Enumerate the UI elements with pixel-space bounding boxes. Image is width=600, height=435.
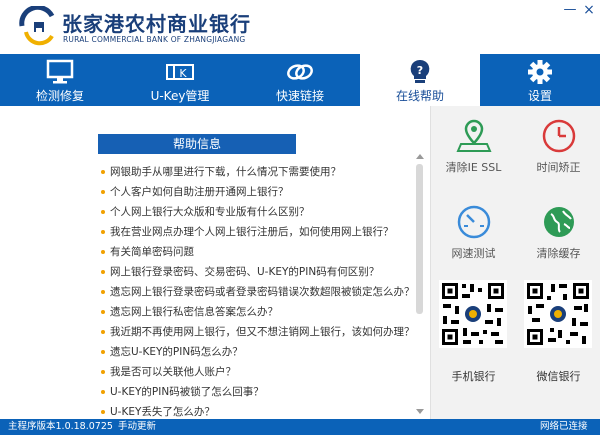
help-item[interactable]: 个人网上银行大众版和专业版有什么区别？ <box>100 202 410 222</box>
tab-label: 检测修复 <box>35 89 84 103</box>
svg-text:K: K <box>179 67 187 80</box>
link-icon <box>287 64 313 80</box>
manual-update-link[interactable]: 手动更新 <box>118 419 156 435</box>
tool-label: 清除IE SSL <box>445 161 502 174</box>
bank-name-en: RURAL COMMERCIAL BANK OF ZHANGJIAGANG <box>63 35 246 44</box>
speedometer-icon <box>457 205 491 239</box>
help-title: 帮助信息 <box>98 134 296 154</box>
tool-panel: 清除IE SSL 时间矫正 网速测试 清除缓存 手机银行 微信银行 <box>430 106 600 419</box>
tab-label: 快速链接 <box>275 89 324 103</box>
tab-detect-repair[interactable]: 检测修复 <box>0 54 120 106</box>
main-tab-bar: 检测修复 K U-Key管理 快速链接 ? 在线帮助 设置 <box>0 54 600 106</box>
tab-label: 设置 <box>527 89 552 103</box>
map-pin-icon <box>456 119 492 152</box>
ukey-icon: K <box>166 64 194 80</box>
help-item[interactable]: 遗忘网上银行登录密码或者登录密码错误次数超限被锁定怎么办？ <box>100 282 415 302</box>
globe-icon <box>544 207 574 237</box>
status-bar: 主程序版本1.0.18.0725 手动更新 网络已连接 <box>0 419 600 435</box>
tool-label: 网速测试 <box>451 247 496 260</box>
help-item[interactable]: 网银助手从哪里进行下载，什么情况下需要使用？ <box>100 162 410 182</box>
tab-quick-links[interactable]: 快速链接 <box>240 54 360 106</box>
wechat-bank-label: 微信银行 <box>536 370 581 383</box>
version-text: 主程序版本1.0.18.0725 <box>8 421 113 432</box>
help-scrollbar[interactable] <box>414 152 426 419</box>
help-item[interactable]: 遗忘U-KEY的PIN码怎么办？ <box>100 342 410 362</box>
title-bar: 张家港农村商业银行 RURAL COMMERCIAL BANK OF ZHANG… <box>0 0 600 54</box>
help-list: 网银助手从哪里进行下载，什么情况下需要使用？ 个人客户如何自助注册开通网上银行？… <box>100 162 415 422</box>
minimize-button[interactable]: — <box>562 2 578 18</box>
tool-label: 时间矫正 <box>536 161 581 174</box>
time-correct-button[interactable]: 时间矫正 <box>516 106 600 192</box>
network-status: 网络已连接 <box>540 421 588 432</box>
help-item[interactable]: 我在营业网点办理个人网上银行注册后，如何使用网上银行？ <box>100 222 410 242</box>
tool-label: 清除缓存 <box>536 247 581 260</box>
wechat-bank-qr-icon <box>524 280 592 348</box>
scroll-down-arrow-icon[interactable] <box>416 409 424 414</box>
clock-icon <box>542 119 576 153</box>
bank-name-cn: 张家港农村商业银行 <box>62 12 251 36</box>
monitor-icon <box>46 59 74 84</box>
help-item[interactable]: 我是否可以关联他人账户？ <box>100 362 410 382</box>
tab-ukey-management[interactable]: K U-Key管理 <box>120 54 240 106</box>
tab-label: 在线帮助 <box>395 89 444 103</box>
tab-label: U-Key管理 <box>150 89 210 103</box>
clear-cache-button[interactable]: 清除缓存 <box>516 192 600 278</box>
help-item[interactable]: 网上银行登录密码、交易密码、U-KEY的PIN码有何区别？ <box>100 262 410 282</box>
bank-logo-icon <box>19 6 55 46</box>
svg-text:?: ? <box>417 64 423 77</box>
help-item[interactable]: U-KEY的PIN码被锁了怎么回事？ <box>100 382 410 402</box>
help-item[interactable]: 我近期不再使用网上银行，但又不想注销网上银行，该如何办理？ <box>100 322 415 342</box>
help-content: 帮助信息 网银助手从哪里进行下载，什么情况下需要使用？ 个人客户如何自助注册开通… <box>0 106 430 419</box>
clear-ie-ssl-button[interactable]: 清除IE SSL <box>431 106 516 192</box>
gear-icon <box>528 60 552 84</box>
help-item[interactable]: 有关简单密码问题 <box>100 242 410 262</box>
tab-settings[interactable]: 设置 <box>480 54 600 106</box>
close-button[interactable]: × <box>581 2 597 18</box>
tab-online-help[interactable]: ? 在线帮助 <box>360 54 480 106</box>
mobile-bank-label: 手机银行 <box>451 370 496 383</box>
help-item[interactable]: 个人客户如何自助注册开通网上银行？ <box>100 182 410 202</box>
scroll-up-arrow-icon[interactable] <box>416 154 424 159</box>
help-bulb-icon: ? <box>410 59 430 83</box>
help-item[interactable]: 遗忘网上银行私密信息答案怎么办？ <box>100 302 410 322</box>
speed-test-button[interactable]: 网速测试 <box>431 192 516 278</box>
scroll-thumb[interactable] <box>416 164 423 314</box>
mobile-bank-qr-icon <box>439 280 507 348</box>
